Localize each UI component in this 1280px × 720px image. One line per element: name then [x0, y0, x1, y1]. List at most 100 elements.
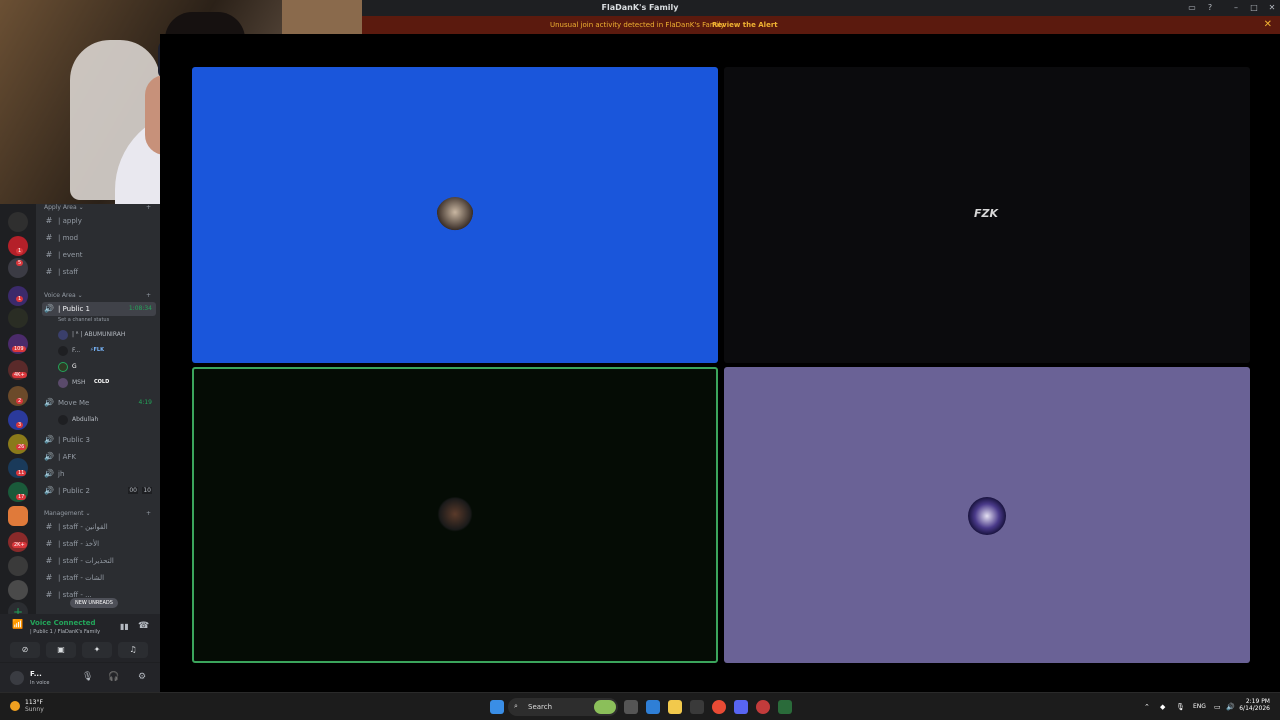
category-voice-area[interactable]: Voice Area ⌄ + [44, 292, 151, 299]
unread-badge: 11 [16, 470, 27, 476]
video-stage: FZK [160, 34, 1280, 692]
server-logo: FZK [974, 207, 999, 220]
soundboard-button[interactable]: ♫ [118, 642, 148, 658]
voice-channel-link[interactable]: | Public 1 / FlaDanK's Family [30, 629, 100, 635]
hash-icon: # [45, 216, 53, 225]
close-icon[interactable]: ✕ [1264, 19, 1272, 30]
close-window-button[interactable]: ✕ [1266, 2, 1278, 14]
username: F... [30, 670, 42, 678]
avatar [968, 497, 1006, 535]
inbox-icon[interactable]: ▭ [1186, 2, 1198, 14]
text-channel[interactable]: # | staff - الأخذ [42, 537, 156, 551]
file-explorer-icon[interactable] [668, 700, 682, 714]
clock[interactable]: 2:19 PM 6/14/2026 [1239, 698, 1270, 712]
text-channel[interactable]: # | staff - الشات [42, 571, 156, 585]
unread-badge: 4K+ [12, 372, 27, 378]
channel-status[interactable]: Set a channel status [58, 317, 109, 323]
noise-suppression-icon[interactable]: ▮▮ [120, 622, 129, 631]
unread-badge: 26 [16, 444, 27, 450]
tray-icon[interactable]: ◆ [1160, 703, 1165, 711]
network-icon[interactable]: ▭ [1214, 703, 1221, 711]
help-icon[interactable]: ? [1204, 2, 1216, 14]
voice-channel-public-3[interactable]: 🔊 | Public 3 [42, 433, 156, 447]
server-icon[interactable] [8, 308, 28, 328]
speaker-icon: 🔊 [44, 398, 54, 407]
text-channel[interactable]: # | staff - التحذيرات [42, 554, 156, 568]
taskbar: 113°F Sunny ⌕ Search ⌃ ◆ 🎙 ENG ▭ 🔊 2:19 PM… [0, 692, 1280, 720]
activities-button[interactable]: ✦ [82, 642, 112, 658]
mic-icon[interactable]: 🎙 [82, 672, 93, 682]
avatar [58, 330, 68, 340]
hash-icon: # [45, 573, 53, 582]
category-apply-area[interactable]: Apply Area ⌄ + [44, 204, 151, 211]
server-icon[interactable] [8, 556, 28, 576]
store-icon[interactable] [690, 700, 704, 714]
unread-badge: 17 [16, 494, 27, 500]
chrome-icon[interactable] [712, 700, 726, 714]
hash-icon: # [45, 522, 53, 531]
voice-channel-move-me[interactable]: 🔊 Move Me 4:19 [42, 396, 156, 410]
category-management[interactable]: Management ⌄ + [44, 510, 151, 517]
review-alert-link[interactable]: Review the Alert [712, 21, 778, 29]
signal-icon[interactable]: 📶 [12, 620, 23, 630]
text-channel[interactable]: # | mod [42, 231, 156, 245]
mic-icon[interactable]: 🎙 [1176, 703, 1185, 711]
server-icon[interactable] [8, 506, 28, 526]
task-view-icon[interactable] [624, 700, 638, 714]
speaker-icon: 🔊 [44, 435, 54, 444]
app-icon[interactable] [756, 700, 770, 714]
voice-panel: 📶 Voice Connected | Public 1 / FlaDanK's… [0, 614, 160, 662]
widgets-icon[interactable] [594, 700, 616, 714]
video-tile[interactable]: FZK [724, 67, 1250, 363]
channel-list: Apply Area ⌄ + # | apply # | mod # | event #… [36, 204, 160, 614]
speaker-icon: 🔊 [44, 469, 54, 478]
maximize-button[interactable]: □ [1248, 2, 1260, 14]
add-channel-icon[interactable]: + [146, 510, 151, 517]
unread-badge: 109 [12, 346, 26, 352]
text-channel[interactable]: # | apply [42, 214, 156, 228]
speaker-icon: 🔊 [44, 486, 54, 495]
speaker-icon: 🔊 [44, 304, 54, 313]
disconnect-icon[interactable]: ☎ [138, 621, 149, 631]
weather-temp[interactable]: 113°F Sunny [25, 699, 44, 713]
text-channel[interactable]: # | staff - القوانين [42, 520, 156, 534]
hash-icon: # [45, 233, 53, 242]
video-tile-speaking[interactable] [192, 367, 718, 663]
discord-icon[interactable] [734, 700, 748, 714]
alert-message: Unusual join activity detected in FlaDan… [550, 21, 725, 29]
add-channel-icon[interactable]: + [146, 292, 151, 299]
minimize-button[interactable]: – [1230, 2, 1242, 14]
edge-icon[interactable] [646, 700, 660, 714]
camera-button[interactable]: ⊘ [10, 642, 40, 658]
search-icon: ⌕ [514, 702, 518, 710]
video-tile[interactable] [724, 367, 1250, 663]
server-icon[interactable] [8, 212, 28, 232]
new-unreads-pill[interactable]: NEW UNREADS [70, 598, 118, 608]
add-channel-icon[interactable]: + [146, 204, 151, 211]
user-status: In voice [30, 680, 50, 686]
screen-share-button[interactable]: ▣ [46, 642, 76, 658]
language-indicator[interactable]: ENG [1193, 703, 1206, 710]
hash-icon: # [45, 556, 53, 565]
chevron-up-icon[interactable]: ⌃ [1144, 703, 1150, 711]
avatar [436, 497, 474, 535]
voice-channel-public-2[interactable]: 🔊 | Public 2 00 10 [42, 484, 156, 498]
avatar[interactable] [10, 671, 24, 685]
unread-badge: 1 [16, 248, 24, 254]
voice-channel-afk[interactable]: 🔊 | AFK [42, 450, 156, 464]
video-tile[interactable] [192, 67, 718, 363]
headphones-icon[interactable]: 🎧 [108, 672, 119, 682]
voice-channel-jh[interactable]: 🔊 jh [42, 467, 156, 481]
avatar [58, 415, 68, 425]
voice-channel-public-1[interactable]: 🔊 | Public 1 1:08:34 [42, 302, 156, 316]
hash-icon: # [45, 250, 53, 259]
gear-icon[interactable]: ⚙ [138, 672, 146, 682]
unread-badge: 5 [16, 260, 24, 266]
windows-start-icon[interactable] [490, 700, 504, 714]
volume-icon[interactable]: 🔊 [1226, 703, 1235, 711]
app-icon[interactable] [778, 700, 792, 714]
voice-connected-label: Voice Connected [30, 619, 96, 627]
text-channel[interactable]: # | staff [42, 265, 156, 279]
server-icon[interactable] [8, 580, 28, 600]
text-channel[interactable]: # | event [42, 248, 156, 262]
